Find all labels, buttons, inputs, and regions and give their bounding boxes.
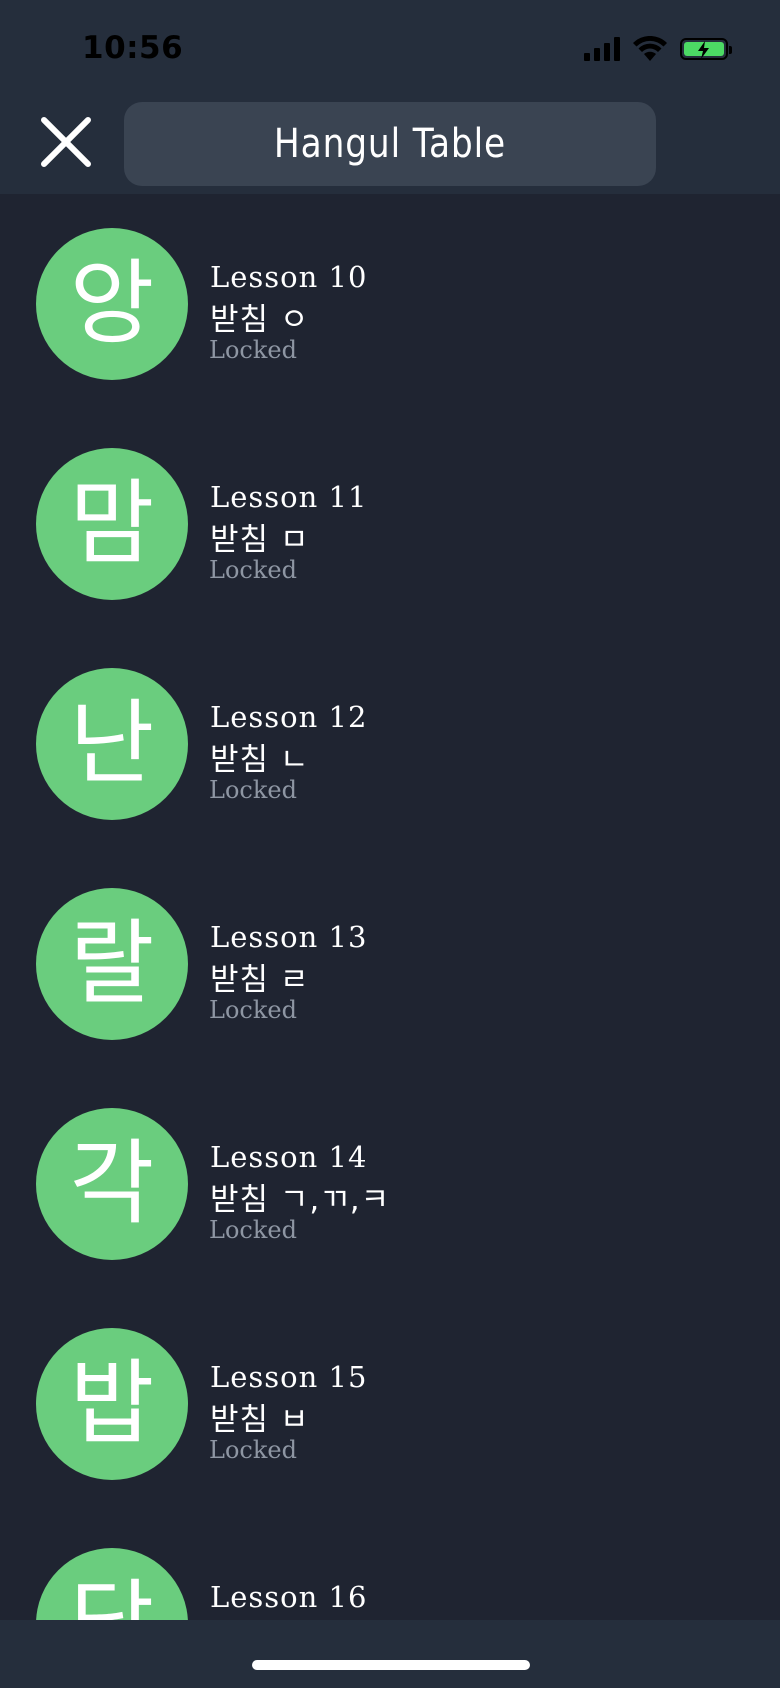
wifi-icon	[633, 36, 667, 61]
lesson-status: Locked	[209, 996, 297, 1024]
lesson-number: Lesson 12	[210, 700, 368, 734]
lesson-list: 앙 Lesson 10 받침 ㅇ Locked 맘 Lesson 11 받침 ㅁ…	[0, 194, 780, 1620]
lesson-character: 각	[69, 1130, 155, 1237]
lesson-number: Lesson 13	[210, 920, 368, 954]
lesson-number: Lesson 11	[210, 480, 368, 514]
lesson-icon: 밥	[36, 1328, 188, 1480]
lesson-subtitle: 받침 ㅇ	[210, 302, 310, 338]
battery-icon	[680, 38, 732, 60]
lesson-number: Lesson 14	[210, 1140, 368, 1174]
lesson-character: 랄	[69, 910, 155, 1017]
title-box: Hangul Table	[124, 102, 656, 186]
lesson-status: Locked	[209, 556, 297, 584]
lesson-subtitle: 받침 ㄹ	[210, 962, 310, 998]
page-title: Hangul Table	[273, 121, 507, 167]
lesson-status: Locked	[209, 336, 297, 364]
lesson-number: Lesson 15	[210, 1360, 368, 1394]
cellular-signal-icon	[584, 37, 620, 61]
top-bar: 10:56 Hangul Table	[0, 0, 780, 194]
lesson-item-10[interactable]: 앙 Lesson 10 받침 ㅇ Locked	[0, 194, 780, 404]
status-time: 10:56	[82, 30, 184, 66]
lesson-icon: 맘	[36, 448, 188, 600]
bottom-bar	[0, 1620, 780, 1688]
status-icons	[584, 36, 732, 62]
lesson-status: Locked	[209, 1436, 297, 1464]
lesson-item-15[interactable]: 밥 Lesson 15 받침 ㅂ Locked	[0, 1294, 780, 1504]
lesson-status: Locked	[209, 776, 297, 804]
lesson-icon: 난	[36, 668, 188, 820]
lesson-item-16[interactable]: 닫 Lesson 16	[0, 1514, 780, 1620]
lesson-subtitle: 받침 ㅁ	[210, 522, 310, 558]
lesson-item-14[interactable]: 각 Lesson 14 받침 ㄱ,ㄲ,ㅋ Locked	[0, 1074, 780, 1284]
lesson-icon: 닫	[36, 1548, 188, 1620]
lesson-subtitle: 받침 ㅂ	[210, 1402, 310, 1438]
lesson-character: 맘	[69, 470, 155, 577]
lesson-item-12[interactable]: 난 Lesson 12 받침 ㄴ Locked	[0, 634, 780, 844]
lesson-subtitle: 받침 ㄴ	[210, 742, 310, 778]
lesson-icon: 각	[36, 1108, 188, 1260]
lesson-character: 밥	[69, 1350, 155, 1457]
lesson-character: 앙	[69, 250, 155, 357]
lesson-subtitle: 받침 ㄱ,ㄲ,ㅋ	[210, 1182, 391, 1218]
lesson-status: Locked	[209, 1216, 297, 1244]
lesson-icon: 앙	[36, 228, 188, 380]
lesson-number: Lesson 10	[210, 260, 368, 294]
home-indicator[interactable]	[252, 1660, 530, 1670]
lesson-character: 난	[69, 690, 155, 797]
lesson-character: 닫	[70, 1578, 155, 1621]
lesson-item-11[interactable]: 맘 Lesson 11 받침 ㅁ Locked	[0, 414, 780, 624]
lesson-number: Lesson 16	[210, 1580, 368, 1614]
lesson-icon: 랄	[36, 888, 188, 1040]
close-button[interactable]	[36, 112, 96, 172]
lesson-item-13[interactable]: 랄 Lesson 13 받침 ㄹ Locked	[0, 854, 780, 1064]
close-icon	[41, 117, 91, 167]
